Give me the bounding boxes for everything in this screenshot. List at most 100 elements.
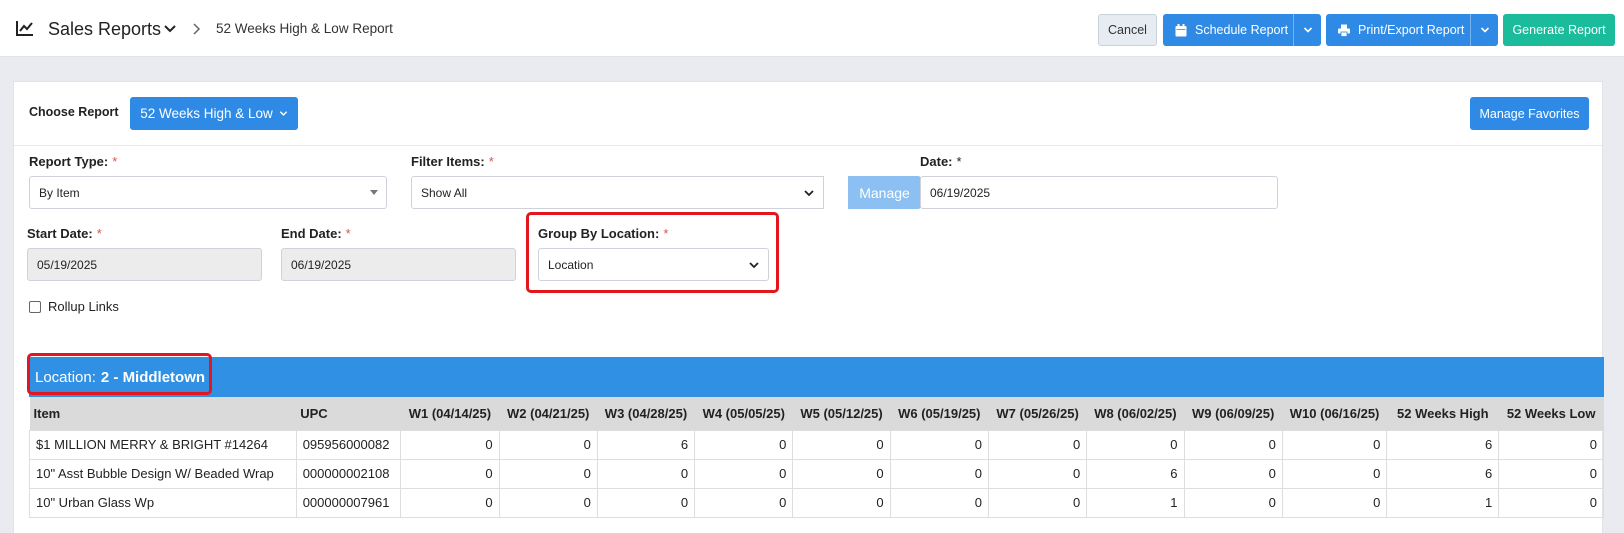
table-cell: 0 bbox=[889, 458, 989, 489]
chevron-down-icon[interactable] bbox=[163, 22, 177, 36]
table-cell: 0 bbox=[498, 429, 598, 460]
table-cell: 0 bbox=[1183, 429, 1283, 460]
printer-icon bbox=[1338, 24, 1350, 37]
column-header[interactable]: W7 (05/26/25) bbox=[988, 397, 1087, 430]
group-by-label-text: Group By Location: bbox=[538, 226, 660, 241]
line-chart-icon bbox=[16, 21, 33, 36]
table-cell: 0 bbox=[987, 487, 1088, 518]
table-cell: 10" Urban Glass Wp bbox=[29, 487, 297, 518]
column-header[interactable]: W6 (05/19/25) bbox=[890, 397, 989, 430]
table-cell: 6 bbox=[1386, 458, 1500, 489]
print-dropdown-toggle[interactable] bbox=[1470, 14, 1498, 46]
report-type-label: Report Type: * bbox=[29, 154, 117, 169]
column-header[interactable]: W8 (06/02/25) bbox=[1086, 397, 1184, 430]
chevron-down-icon bbox=[749, 262, 759, 269]
table-cell: 10" Asst Bubble Design W/ Beaded Wrap bbox=[29, 458, 297, 489]
table-cell: 0 bbox=[1183, 487, 1283, 518]
column-header[interactable]: W2 (04/21/25) bbox=[499, 397, 598, 430]
column-header[interactable]: W3 (04/28/25) bbox=[597, 397, 695, 430]
table-cell: 0 bbox=[1281, 429, 1388, 460]
breadcrumb: 52 Weeks High & Low Report bbox=[216, 21, 393, 36]
start-date-value: 05/19/2025 bbox=[37, 257, 98, 272]
table-cell: 0 bbox=[792, 458, 891, 489]
report-type-select[interactable]: By Item bbox=[29, 176, 387, 209]
column-header[interactable]: 52 Weeks High bbox=[1386, 397, 1499, 430]
table-cell: $1 MILLION MERRY & BRIGHT #14264 bbox=[29, 429, 297, 460]
chevron-right-icon bbox=[193, 23, 201, 35]
table-cell: 0 bbox=[400, 429, 500, 460]
group-by-location-label: Group By Location: * bbox=[538, 226, 668, 241]
column-header[interactable]: W4 (05/05/25) bbox=[694, 397, 793, 430]
table-cell: 6 bbox=[1086, 458, 1185, 489]
cancel-button[interactable]: Cancel bbox=[1098, 14, 1157, 46]
schedule-report-label: Schedule Report bbox=[1195, 23, 1289, 37]
filter-items-label: Filter Items: * bbox=[411, 154, 494, 169]
table-cell: 0 bbox=[694, 487, 794, 518]
generate-report-button[interactable]: Generate Report bbox=[1503, 14, 1615, 46]
schedule-dropdown-toggle[interactable] bbox=[1293, 14, 1321, 46]
required-mark: * bbox=[956, 154, 962, 169]
schedule-report-button[interactable]: Schedule Report bbox=[1163, 14, 1321, 46]
print-export-button[interactable]: Print/Export Report bbox=[1326, 14, 1498, 46]
table-cell: 0 bbox=[1281, 458, 1388, 489]
column-header[interactable]: UPC bbox=[296, 397, 401, 430]
filter-items-select[interactable]: Show All bbox=[411, 176, 824, 209]
manage-favorites-button[interactable]: Manage Favorites bbox=[1470, 97, 1589, 130]
print-export-label: Print/Export Report bbox=[1358, 23, 1465, 37]
table-cell: 0 bbox=[987, 429, 1088, 460]
table-cell: 0 bbox=[1281, 487, 1388, 518]
manage-filter-button[interactable]: Manage bbox=[848, 176, 921, 209]
table-cell: 0 bbox=[987, 458, 1088, 489]
app-title: Sales Reports bbox=[48, 19, 162, 39]
filter-items-label-text: Filter Items: bbox=[411, 154, 485, 169]
table-cell: 0 bbox=[498, 487, 598, 518]
table-cell: 000000002108 bbox=[295, 458, 402, 489]
calendar-icon bbox=[1175, 23, 1187, 36]
table-cell: 0 bbox=[596, 458, 696, 489]
choose-report-dropdown[interactable]: 52 Weeks High & Low bbox=[130, 97, 298, 130]
table-cell: 0 bbox=[1183, 458, 1283, 489]
location-highlight bbox=[27, 353, 212, 395]
table-cell: 0 bbox=[792, 429, 891, 460]
chevron-down-icon bbox=[1480, 27, 1489, 33]
choose-report-label: Choose Report bbox=[29, 105, 119, 119]
date-input[interactable]: 06/19/2025 bbox=[920, 176, 1278, 209]
table-header-row: Item UPC W1 (04/14/25) W2 (04/21/25) W3 (04/… bbox=[29, 397, 1604, 430]
column-header[interactable]: W5 (05/12/25) bbox=[792, 397, 891, 430]
table-cell: 6 bbox=[1386, 429, 1500, 460]
start-date-label: Start Date: * bbox=[27, 226, 102, 241]
table-row: $1 MILLION MERRY & BRIGHT #14264 09595600… bbox=[29, 429, 1604, 460]
end-date-label-text: End Date: bbox=[281, 226, 342, 241]
table-cell: 0 bbox=[694, 458, 794, 489]
table-cell: 1 bbox=[1086, 487, 1185, 518]
table-cell: 0 bbox=[792, 487, 891, 518]
table-cell: 0 bbox=[1498, 458, 1604, 489]
report-type-label-text: Report Type: bbox=[29, 154, 109, 169]
table-cell: 0 bbox=[889, 429, 989, 460]
table-cell: 0 bbox=[596, 487, 696, 518]
end-date-value: 06/19/2025 bbox=[291, 257, 352, 272]
required-mark: * bbox=[488, 154, 494, 169]
column-header[interactable]: 52 Weeks Low bbox=[1498, 397, 1604, 430]
chevron-down-icon bbox=[279, 111, 287, 116]
group-by-location-select[interactable]: Location bbox=[538, 248, 769, 281]
checkbox-icon[interactable] bbox=[29, 300, 41, 313]
start-date-input: 05/19/2025 bbox=[27, 248, 262, 281]
column-header[interactable]: W1 (04/14/25) bbox=[400, 397, 500, 430]
table-cell: 0 bbox=[889, 487, 989, 518]
rollup-links-checkbox[interactable]: Rollup Links bbox=[29, 299, 119, 314]
filter-items-value: Show All bbox=[421, 185, 468, 200]
choose-report-value: 52 Weeks High & Low bbox=[140, 106, 273, 121]
end-date-label: End Date: * bbox=[281, 226, 351, 241]
caret-down-icon bbox=[370, 190, 378, 195]
date-value: 06/19/2025 bbox=[930, 185, 991, 200]
table-cell: 0 bbox=[400, 458, 500, 489]
column-header[interactable]: W9 (06/09/25) bbox=[1184, 397, 1283, 430]
table-cell: 0 bbox=[400, 487, 500, 518]
date-label: Date: * bbox=[920, 154, 962, 169]
date-label-text: Date: bbox=[920, 154, 953, 169]
column-header[interactable]: W10 (06/16/25) bbox=[1282, 397, 1387, 430]
table-cell: 0 bbox=[1086, 429, 1185, 460]
location-group-header: Location: 2 - Middletown bbox=[29, 357, 1604, 397]
column-header[interactable]: Item bbox=[29, 397, 297, 430]
